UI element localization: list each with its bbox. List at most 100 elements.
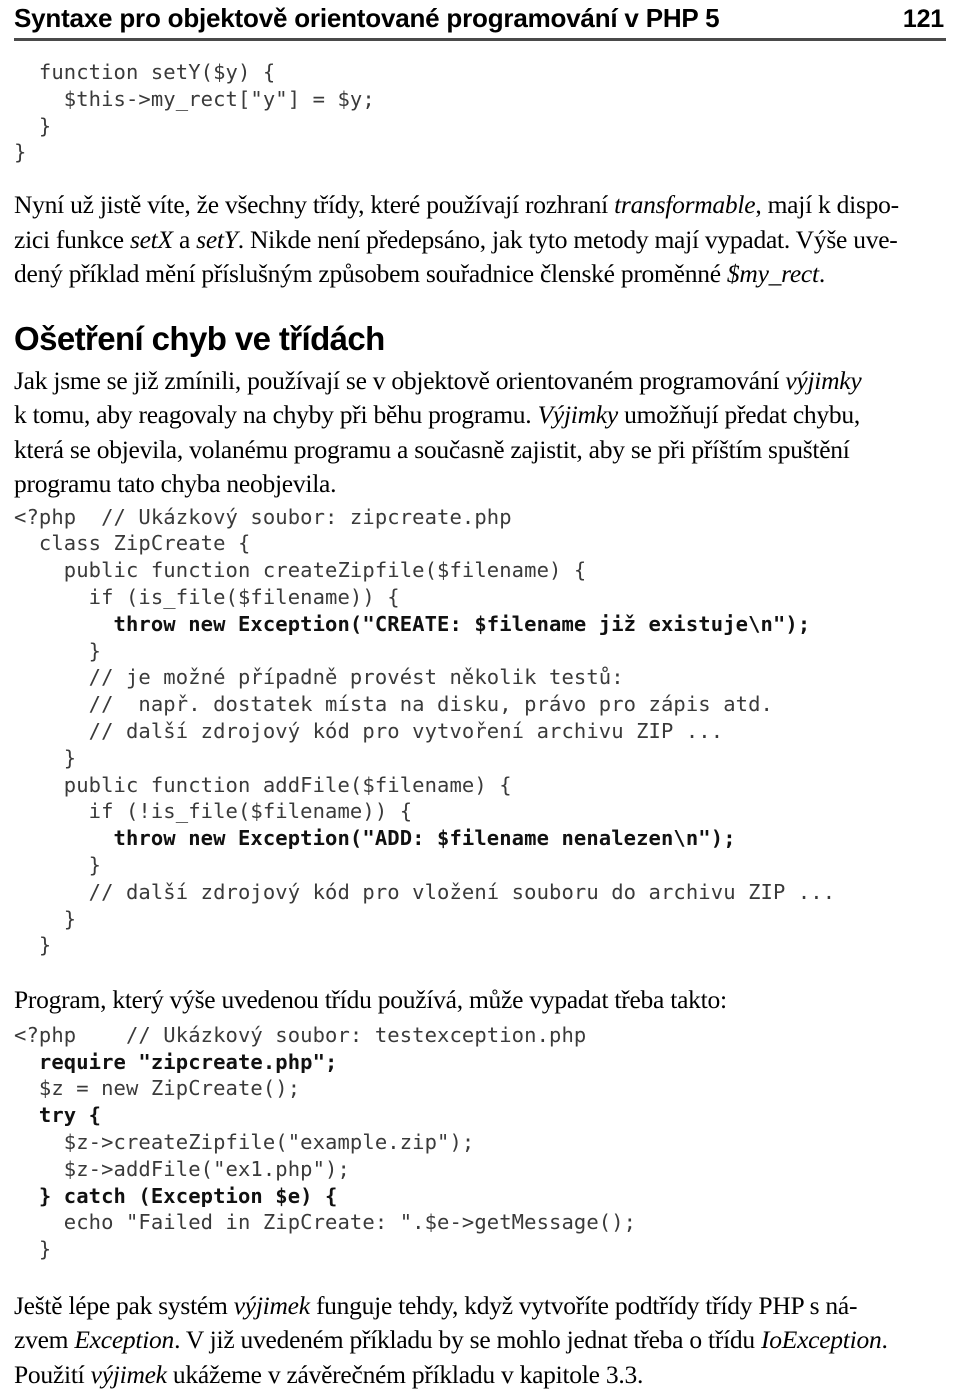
emphasis-text: setX <box>129 224 173 254</box>
body-text: Jak jsme se již zmínili, používají se v … <box>14 365 786 395</box>
paragraph-subclassing-exception: Ještě lépe pak systém výjimek funguje te… <box>14 1289 946 1393</box>
paragraph-after-setters: Nyní už jistě víte, že všechny třídy, kt… <box>14 188 946 292</box>
text-line: zici funkce setX a setY. Nikde není před… <box>14 223 946 258</box>
body-text: ukážeme v závěrečném příkladu v kapitole… <box>166 1359 644 1389</box>
code-line: } <box>14 906 946 933</box>
text-line: programu tato chyba neobjevila. <box>14 467 946 502</box>
text-line: Ještě lépe pak systém výjimek funguje te… <box>14 1289 946 1324</box>
code-block-sety: function setY($y) { $this->my_rect["y"] … <box>14 41 946 166</box>
code-text: } <box>14 745 77 770</box>
body-text: . <box>881 1325 888 1355</box>
body-text: umožňují předat chybu, <box>617 400 861 430</box>
code-text: if (is_file($filename)) { <box>14 585 400 610</box>
emphasis-text: výjimek <box>233 1290 310 1320</box>
code-line: } <box>14 113 52 138</box>
paragraph-program-usage: Program, který výše uvedenou třídu použí… <box>14 983 946 1018</box>
emphasis-text: IoException <box>761 1325 882 1355</box>
code-text: if (!is_file($filename)) { <box>14 799 413 824</box>
code-line: class ZipCreate { <box>14 530 946 557</box>
code-text: $z = new ZipCreate(); <box>14 1076 301 1101</box>
code-line: // je možné případně provést několik tes… <box>14 664 946 691</box>
body-text: . V již uvedeném příkladu by se mohlo je… <box>174 1325 762 1355</box>
code-line: public function addFile($filename) { <box>14 772 946 799</box>
code-text: // další zdrojový kód pro vložení soubor… <box>14 879 836 904</box>
text-line: dený příklad mění příslušným způsobem so… <box>14 257 946 292</box>
body-text: Program, který výše uvedenou třídu použí… <box>14 985 727 1015</box>
code-line: } <box>14 1236 946 1263</box>
body-text: která se objevila, volanému programu a s… <box>14 434 850 464</box>
code-line: function setY($y) { <box>14 60 276 84</box>
code-text: public function createZipfile($filename)… <box>14 558 587 583</box>
code-line: } <box>14 852 946 879</box>
code-line: } catch (Exception $e) { <box>14 1183 946 1210</box>
body-text: . <box>818 259 825 289</box>
code-block-testexception: <?php // Ukázkový soubor: testexception.… <box>14 1018 946 1263</box>
code-text: <?php // Ukázkový soubor: zipcreate.php <box>14 504 512 529</box>
code-text: public function addFile($filename) { <box>14 772 512 797</box>
code-keyword: throw new Exception("CREATE: $filename j… <box>14 611 811 636</box>
code-line: } <box>14 140 27 165</box>
code-text: } <box>14 906 77 931</box>
code-line: } <box>14 638 946 665</box>
code-block-zipcreate: <?php // Ukázkový soubor: zipcreate.php … <box>14 502 946 960</box>
emphasis-text: $my_rect <box>726 259 819 289</box>
code-line: throw new Exception("CREATE: $filename j… <box>14 611 946 638</box>
body-text: Ještě lépe pak systém <box>14 1290 234 1320</box>
code-line: <?php // Ukázkový soubor: testexception.… <box>14 1022 946 1049</box>
code-line: try { <box>14 1102 946 1129</box>
body-text: a <box>172 224 197 254</box>
code-line: public function createZipfile($filename)… <box>14 557 946 584</box>
body-text: dený příklad mění příslušným způsobem so… <box>14 259 727 289</box>
code-line: $z->createZipfile("example.zip"); <box>14 1129 946 1156</box>
code-text: } <box>14 933 52 958</box>
code-keyword: require "zipcreate.php"; <box>14 1049 338 1074</box>
code-line: $z = new ZipCreate(); <box>14 1075 946 1102</box>
code-line: // další zdrojový kód pro vytvoření arch… <box>14 718 946 745</box>
emphasis-text: transformable <box>614 190 756 220</box>
emphasis-text: výjimky <box>785 365 862 395</box>
document-page: Syntaxe pro objektově orientované progra… <box>0 0 960 1396</box>
code-line: if (is_file($filename)) { <box>14 584 946 611</box>
code-line: $this->my_rect["y"] = $y; <box>14 86 375 111</box>
section-heading-error-handling: Ošetření chyb ve třídách <box>14 319 385 357</box>
code-text: } <box>14 853 102 878</box>
code-text: <?php // Ukázkový soubor: testexception.… <box>14 1022 587 1047</box>
code-text: echo "Failed in ZipCreate: ".$e->getMess… <box>14 1210 637 1235</box>
text-line: Jak jsme se již zmínili, používají se v … <box>14 364 946 399</box>
text-line: k tomu, aby reagovaly na chyby při běhu … <box>14 398 946 433</box>
body-text: , mají k dispo- <box>755 190 899 220</box>
code-text: // je možné případně provést několik tes… <box>14 665 624 690</box>
code-text: // např. dostatek místa na disku, právo … <box>14 692 773 717</box>
code-text: $z->addFile("ex1.php"); <box>14 1156 350 1181</box>
text-line: Program, který výše uvedenou třídu použí… <box>14 983 946 1018</box>
text-line: která se objevila, volanému programu a s… <box>14 433 946 468</box>
body-text: Nyní už jistě víte, že všechny třídy, kt… <box>14 190 615 220</box>
code-line: // např. dostatek místa na disku, právo … <box>14 691 946 718</box>
code-line: require "zipcreate.php"; <box>14 1049 946 1076</box>
code-line: } <box>14 745 946 772</box>
emphasis-text: Exception <box>74 1325 175 1355</box>
text-line: Použití výjimek ukážeme v závěrečném pří… <box>14 1358 946 1393</box>
code-text: $z->createZipfile("example.zip"); <box>14 1129 475 1154</box>
body-text: k tomu, aby reagovaly na chyby při běhu … <box>14 400 538 430</box>
code-text: } <box>14 638 102 663</box>
running-head: Syntaxe pro objektově orientované progra… <box>14 0 946 34</box>
code-line: // další zdrojový kód pro vložení soubor… <box>14 879 946 906</box>
code-line: throw new Exception("ADD: $filename nena… <box>14 825 946 852</box>
text-line: zvem Exception. V již uvedeném příkladu … <box>14 1323 946 1358</box>
body-text: zici funkce <box>14 224 130 254</box>
code-keyword: try { <box>14 1103 102 1128</box>
body-text: . Nikde není předepsáno, jak tyto metody… <box>237 224 898 254</box>
emphasis-text: setY <box>196 224 238 254</box>
body-text: zvem <box>14 1325 75 1355</box>
code-line: <?php // Ukázkový soubor: zipcreate.php <box>14 504 946 531</box>
code-line: if (!is_file($filename)) { <box>14 798 946 825</box>
text-line: Nyní už jistě víte, že všechny třídy, kt… <box>14 188 946 223</box>
page-number: 121 <box>902 5 944 33</box>
code-keyword: } catch (Exception $e) { <box>14 1183 338 1208</box>
code-text: } <box>14 1237 52 1262</box>
emphasis-text: Výjimky <box>537 400 619 430</box>
body-text: funguje tehdy, když vytvoříte podtřídy t… <box>309 1290 858 1320</box>
code-line: echo "Failed in ZipCreate: ".$e->getMess… <box>14 1209 946 1236</box>
code-text: class ZipCreate { <box>14 531 251 556</box>
